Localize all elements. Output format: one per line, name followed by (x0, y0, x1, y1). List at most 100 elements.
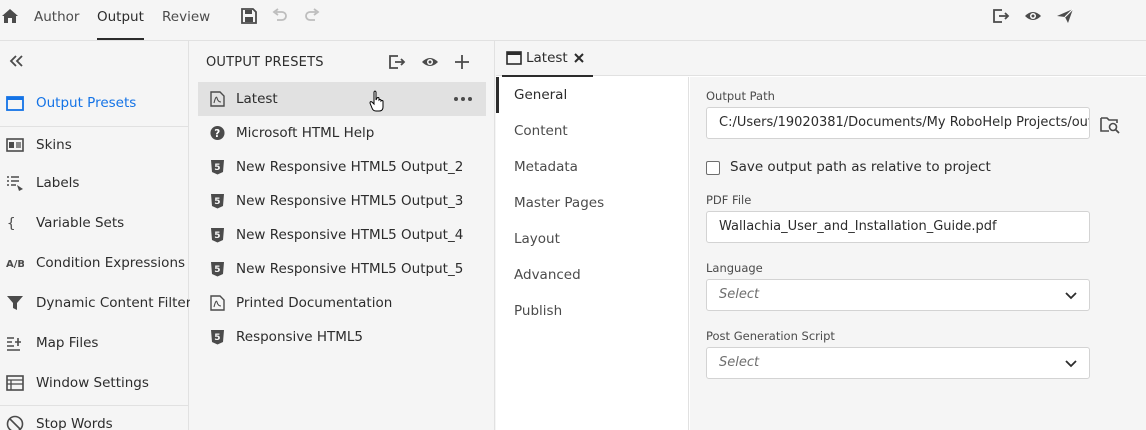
help-icon: ? (210, 125, 225, 140)
svg-text:?: ? (214, 128, 220, 140)
pdf-icon (210, 91, 225, 107)
chevron-down-icon (1065, 360, 1077, 368)
preview-eye-icon[interactable] (1023, 6, 1043, 26)
html5-icon: 5 (211, 262, 224, 277)
subnav-content[interactable]: Content (496, 113, 689, 149)
html5-icon: 5 (211, 194, 224, 209)
chevron-down-icon (1065, 292, 1077, 300)
ab-icon: A/B (6, 259, 24, 270)
svg-text:5: 5 (214, 265, 220, 275)
preset-item-responsive-output-4[interactable]: 5 New Responsive HTML5 Output_4 (198, 218, 486, 252)
home-icon[interactable] (0, 6, 20, 26)
subnav-label: Advanced (514, 267, 581, 283)
subnav-label: Publish (514, 303, 563, 319)
nav-item-stop-words[interactable]: Stop Words (0, 406, 189, 430)
nav-item-label: Condition Expressions (36, 255, 186, 271)
html5-icon: 5 (211, 228, 224, 243)
collapse-chevrons-icon[interactable] (8, 53, 26, 69)
preset-label: New Responsive HTML5 Output_2 (236, 159, 464, 175)
preset-item-responsive-output-2[interactable]: 5 New Responsive HTML5 Output_2 (198, 150, 486, 184)
editor-tab-bar: Latest (496, 41, 1146, 77)
redo-icon[interactable] (302, 6, 322, 26)
labels-icon (7, 176, 23, 191)
browse-folder-icon[interactable] (1100, 114, 1120, 134)
preset-item-responsive-html5[interactable]: 5 Responsive HTML5 (198, 320, 486, 354)
pdf-icon (210, 295, 225, 311)
add-preset-icon[interactable] (452, 52, 472, 72)
tab-review[interactable]: Review (162, 0, 210, 41)
preset-label: New Responsive HTML5 Output_5 (236, 261, 464, 277)
save-icon[interactable] (239, 6, 259, 26)
publish-send-icon[interactable] (1055, 6, 1075, 26)
post-script-label: Post Generation Script (706, 329, 835, 343)
subnav-publish[interactable]: Publish (496, 293, 689, 329)
nav-item-map-files[interactable]: Map Files (0, 325, 189, 361)
subnav-label: Master Pages (514, 195, 605, 211)
output-path-field[interactable]: C:/Users/19020381/Documents/My RoboHelp … (706, 107, 1090, 139)
more-options-icon[interactable] (454, 97, 472, 101)
subnav-layout[interactable]: Layout (496, 221, 689, 257)
html5-icon: 5 (211, 160, 224, 175)
post-script-select[interactable]: Select (706, 347, 1090, 379)
preset-label: New Responsive HTML5 Output_3 (236, 193, 464, 209)
output-presets-panel: OUTPUT PRESETS Latest ? Microsoft HTML H… (190, 41, 495, 430)
generate-preset-icon[interactable] (387, 52, 407, 72)
language-select[interactable]: Select (706, 279, 1090, 311)
svg-text:A/B: A/B (6, 259, 24, 270)
general-settings-form: Output Path C:/Users/19020381/Documents/… (690, 77, 1146, 430)
subnav-label: Layout (514, 231, 560, 247)
editor-tab-latest[interactable]: Latest (502, 41, 593, 77)
relative-path-label: Save output path as relative to project (730, 159, 991, 175)
tab-output[interactable]: Output (97, 0, 144, 41)
stop-words-icon (6, 415, 24, 430)
subnav-advanced[interactable]: Advanced (496, 257, 689, 293)
pdf-file-field[interactable]: Wallachia_User_and_Installation_Guide.pd… (706, 211, 1090, 243)
window-settings-icon (6, 375, 24, 391)
nav-item-dynamic-content-filters[interactable]: Dynamic Content Filters (0, 285, 198, 321)
output-path-label: Output Path (706, 89, 775, 103)
nav-item-window-settings[interactable]: Window Settings (0, 365, 189, 401)
html5-icon: 5 (211, 330, 224, 345)
preset-label: Responsive HTML5 (236, 329, 364, 345)
language-label: Language (706, 261, 763, 275)
language-select-value: Select (719, 287, 760, 302)
nav-item-output-presets[interactable]: Output Presets (0, 85, 189, 121)
preset-editor: Latest General Content Metadata Master P… (496, 41, 1146, 430)
nav-item-skins[interactable]: Skins (0, 127, 189, 163)
nav-item-label: Labels (36, 175, 80, 191)
nav-item-labels[interactable]: Labels (0, 165, 189, 201)
nav-item-variable-sets[interactable]: { } Variable Sets (0, 205, 189, 241)
nav-item-label: Window Settings (36, 375, 149, 391)
hand-cursor-icon (369, 90, 384, 112)
preset-item-microsoft-html-help[interactable]: ? Microsoft HTML Help (198, 116, 486, 150)
nav-item-condition-expressions[interactable]: A/B Condition Expressions (0, 245, 189, 281)
generate-output-icon[interactable] (991, 6, 1011, 26)
preset-label: Latest (236, 91, 278, 107)
braces-icon: { } (7, 216, 24, 232)
top-bar: Author Output Review (0, 0, 1146, 41)
svg-text:5: 5 (214, 163, 220, 173)
left-navigation: Output Presets Skins Labels { } Variable… (0, 41, 198, 430)
preset-item-responsive-output-3[interactable]: 5 New Responsive HTML5 Output_3 (198, 184, 486, 218)
skins-icon (6, 138, 24, 152)
relative-path-checkbox[interactable] (706, 161, 720, 175)
nav-item-label: Skins (36, 137, 72, 153)
nav-item-label: Variable Sets (36, 215, 125, 231)
close-icon[interactable] (573, 52, 585, 64)
preset-item-responsive-output-5[interactable]: 5 New Responsive HTML5 Output_5 (198, 252, 486, 286)
subnav-label: General (514, 87, 568, 103)
subnav-label: Content (514, 123, 568, 139)
subnav-general[interactable]: General (496, 77, 689, 113)
preset-item-printed-documentation[interactable]: Printed Documentation (198, 286, 486, 320)
svg-text:5: 5 (214, 333, 220, 343)
tab-author[interactable]: Author (34, 0, 79, 41)
subnav-master-pages[interactable]: Master Pages (496, 185, 689, 221)
preset-item-latest[interactable]: Latest (198, 82, 486, 116)
svg-text:5: 5 (214, 197, 220, 207)
filter-icon (7, 296, 23, 310)
subnav-metadata[interactable]: Metadata (496, 149, 689, 185)
panel-title: OUTPUT PRESETS (206, 55, 324, 70)
undo-icon[interactable] (270, 6, 290, 26)
view-output-eye-icon[interactable] (420, 52, 440, 72)
editor-tab-label: Latest (526, 50, 568, 66)
